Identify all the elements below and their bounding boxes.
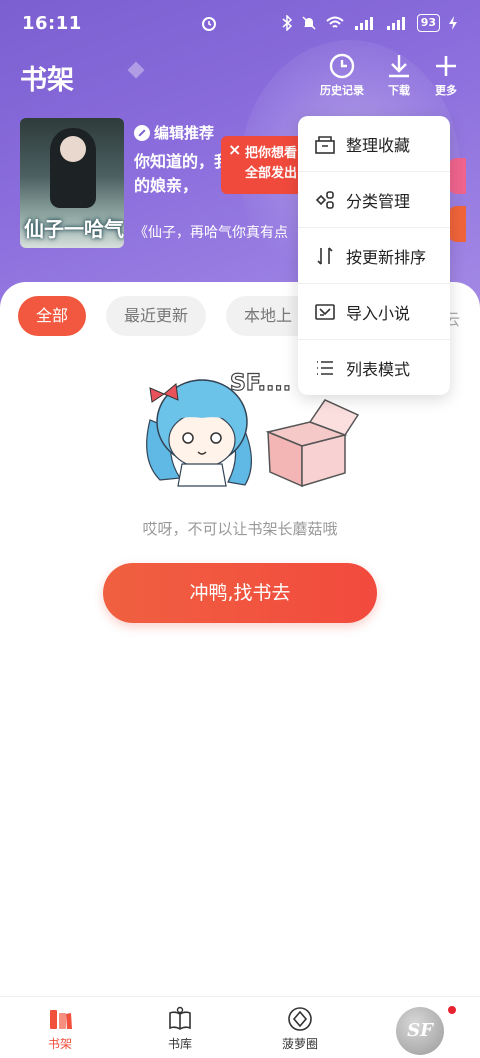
menu-item-category[interactable]: 分类管理 bbox=[298, 172, 450, 228]
library-icon bbox=[169, 1006, 191, 1030]
history-label: 历史记录 bbox=[320, 84, 364, 97]
nav-library-label: 书库 bbox=[167, 1037, 192, 1051]
featured-book-quote[interactable]: 《仙子，再哈气你真有点 bbox=[134, 222, 304, 242]
menu-item-import[interactable]: 导入小说 bbox=[298, 284, 450, 340]
nav-bookshelf[interactable]: 书架 bbox=[0, 997, 120, 1058]
notification-dot bbox=[448, 1006, 456, 1014]
nav-profile[interactable]: SF bbox=[360, 997, 480, 1058]
plus-icon bbox=[436, 56, 456, 76]
menu-item-label: 列表模式 bbox=[346, 360, 411, 379]
menu-item-label: 按更新排序 bbox=[346, 247, 427, 267]
nav-community-label: 菠萝圈 bbox=[281, 1037, 318, 1051]
menu-item-list-mode[interactable]: 列表模式 bbox=[298, 340, 450, 396]
editor-recommend-label: 编辑推荐 bbox=[154, 124, 215, 142]
import-icon bbox=[315, 303, 335, 320]
side-tab[interactable] bbox=[448, 206, 466, 242]
avatar: SF bbox=[396, 1007, 444, 1055]
bookshelf-icon bbox=[50, 1010, 72, 1029]
side-tab[interactable] bbox=[448, 158, 466, 194]
close-icon[interactable]: × bbox=[228, 140, 241, 160]
filter-chips: 全部 最近更新 本地上 bbox=[18, 296, 337, 336]
wifi-icon bbox=[326, 16, 344, 28]
category-icon bbox=[315, 190, 334, 209]
nav-bookshelf-label: 书架 bbox=[47, 1037, 72, 1051]
charging-icon bbox=[449, 16, 457, 30]
illustration-text: SF.... bbox=[230, 371, 291, 396]
diamond-decoration bbox=[127, 61, 145, 79]
signal-icon bbox=[386, 17, 405, 30]
featured-book-cover[interactable]: 仙子一哈气 bbox=[20, 118, 124, 248]
menu-item-sort[interactable]: 按更新排序 bbox=[298, 228, 450, 284]
cover-title: 仙子一哈气 bbox=[24, 217, 124, 241]
alarm-icon bbox=[202, 17, 216, 31]
cover-face bbox=[60, 136, 86, 162]
bluetooth-icon bbox=[282, 15, 292, 31]
nav-library[interactable]: 书库 bbox=[120, 997, 240, 1058]
signal-icon bbox=[354, 17, 373, 30]
menu-item-organize[interactable]: 整理收藏 bbox=[298, 116, 450, 172]
menu-item-label: 整理收藏 bbox=[346, 135, 411, 155]
battery-level: 93 bbox=[416, 14, 440, 32]
more-menu: 整理收藏 分类管理 按更新排序 导入小说 列表模式 bbox=[298, 116, 450, 395]
editor-recommend-header: 编辑推荐 bbox=[134, 122, 214, 143]
sort-icon bbox=[317, 246, 333, 265]
menu-item-label: 导入小说 bbox=[346, 303, 411, 323]
history-button[interactable]: 历史记录 bbox=[312, 52, 372, 98]
promo-tooltip-text: 把你想看 全部发出 bbox=[245, 146, 298, 181]
download-icon bbox=[389, 55, 409, 78]
nav-community[interactable]: 菠萝圈 bbox=[240, 997, 360, 1058]
status-bar: 16:11 93 bbox=[0, 0, 480, 46]
organize-icon bbox=[315, 135, 335, 154]
bottom-nav: 书架 书库 菠萝圈 SF bbox=[0, 996, 480, 1058]
status-time: 16:11 bbox=[22, 12, 82, 34]
chip-all[interactable]: 全部 bbox=[18, 296, 87, 336]
menu-item-label: 分类管理 bbox=[346, 191, 411, 211]
recommend-icon bbox=[134, 124, 150, 141]
more-label: 更多 bbox=[435, 84, 457, 97]
status-icons: 93 bbox=[281, 14, 458, 32]
chip-recent-update[interactable]: 最近更新 bbox=[106, 296, 207, 336]
clock-icon bbox=[329, 53, 355, 79]
community-icon bbox=[288, 1007, 312, 1031]
page-title: 书架 bbox=[20, 65, 74, 96]
find-books-button[interactable]: 冲鸭,找书去 bbox=[103, 563, 377, 623]
empty-message: 哎呀，不可以让书架长蘑菇哦 bbox=[142, 520, 338, 538]
list-icon bbox=[317, 361, 333, 375]
more-button[interactable]: 更多 bbox=[416, 52, 476, 98]
mute-icon bbox=[302, 16, 316, 30]
